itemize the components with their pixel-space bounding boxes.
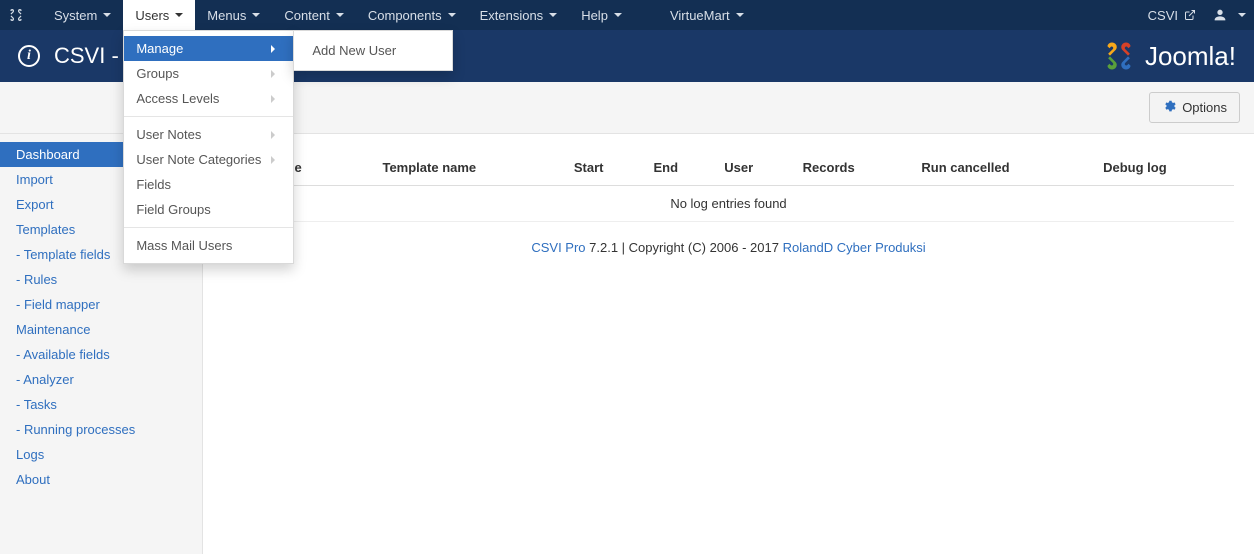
sidebar-item-analyzer[interactable]: - Analyzer: [0, 367, 202, 392]
main-content: Action type Template name Start End User…: [203, 134, 1254, 554]
sidebar-item-available-fields[interactable]: - Available fields: [0, 342, 202, 367]
topnav-item-components[interactable]: Components: [356, 0, 468, 30]
info-icon: i: [18, 45, 40, 67]
sidebar-item-logs[interactable]: Logs: [0, 442, 202, 467]
chevron-down-icon: [175, 13, 183, 17]
chevron-right-icon: [271, 70, 275, 78]
logs-table: Action type Template name Start End User…: [223, 150, 1234, 222]
options-button-label: Options: [1182, 100, 1227, 115]
users-menu-fields[interactable]: Fields: [124, 172, 293, 197]
chevron-down-icon: [736, 13, 744, 17]
chevron-down-icon: [1238, 13, 1246, 17]
col-end[interactable]: End: [646, 150, 717, 186]
col-template-name[interactable]: Template name: [374, 150, 565, 186]
col-debug-log[interactable]: Debug log: [1095, 150, 1234, 186]
users-menu-user-note-categories[interactable]: User Note Categories: [124, 147, 293, 172]
sidebar-item-about[interactable]: About: [0, 467, 202, 492]
external-link-icon: [1184, 9, 1196, 21]
col-records[interactable]: Records: [795, 150, 914, 186]
users-dropdown: Manage Add New User Groups Access Levels…: [123, 30, 294, 264]
topnav-item-menus[interactable]: Menus: [195, 0, 272, 30]
chevron-down-icon: [103, 13, 111, 17]
joomla-logo[interactable]: Joomla!: [1101, 38, 1236, 74]
col-run-cancelled[interactable]: Run cancelled: [913, 150, 1095, 186]
component-footer: CSVI Pro 7.2.1 | Copyright (C) 2006 - 20…: [223, 222, 1234, 273]
admin-topbar: System Users Manage Add New User Groups …: [0, 0, 1254, 30]
sidebar-item-tasks[interactable]: - Tasks: [0, 392, 202, 417]
chevron-down-icon: [252, 13, 260, 17]
chevron-down-icon: [336, 13, 344, 17]
topnav-user-menu[interactable]: [1212, 7, 1246, 23]
menu-divider: [124, 116, 293, 117]
chevron-down-icon: [448, 13, 456, 17]
chevron-right-icon: [271, 45, 275, 53]
chevron-down-icon: [549, 13, 557, 17]
user-icon: [1212, 7, 1228, 23]
sidebar-item-running-processes[interactable]: - Running processes: [0, 417, 202, 442]
joomla-logo-text: Joomla!: [1145, 41, 1236, 72]
sidebar-item-rules[interactable]: - Rules: [0, 267, 202, 292]
users-menu-user-notes[interactable]: User Notes: [124, 122, 293, 147]
footer-vendor-link[interactable]: RolandD Cyber Produksi: [783, 240, 926, 255]
users-menu-field-groups[interactable]: Field Groups: [124, 197, 293, 222]
chevron-down-icon: [614, 13, 622, 17]
empty-row: No log entries found: [223, 186, 1234, 222]
users-menu-manage[interactable]: Manage Add New User: [124, 36, 293, 61]
sidebar-item-maintenance[interactable]: Maintenance: [0, 317, 202, 342]
sidebar-item-field-mapper[interactable]: - Field mapper: [0, 292, 202, 317]
gear-icon: [1162, 99, 1176, 116]
chevron-right-icon: [271, 95, 275, 103]
users-manage-submenu: Add New User: [293, 30, 453, 71]
topnav-item-system[interactable]: System: [42, 0, 123, 30]
chevron-right-icon: [271, 156, 275, 164]
topnav-item-content[interactable]: Content: [272, 0, 356, 30]
topnav-frontend-link[interactable]: CSVI: [1148, 8, 1196, 23]
topnav-item-virtuemart[interactable]: VirtueMart: [658, 0, 756, 30]
users-manage-add-new[interactable]: Add New User: [294, 36, 452, 65]
users-menu-mass-mail[interactable]: Mass Mail Users: [124, 233, 293, 258]
topnav-item-help[interactable]: Help: [569, 0, 634, 30]
options-button[interactable]: Options: [1149, 92, 1240, 123]
users-menu-groups[interactable]: Groups: [124, 61, 293, 86]
users-menu-access-levels[interactable]: Access Levels: [124, 86, 293, 111]
topnav-menu: System Users Manage Add New User Groups …: [42, 0, 756, 30]
menu-divider: [124, 227, 293, 228]
col-user[interactable]: User: [716, 150, 794, 186]
chevron-right-icon: [271, 131, 275, 139]
footer-product-link[interactable]: CSVI Pro: [531, 240, 585, 255]
footer-version-text: 7.2.1 | Copyright (C) 2006 - 2017: [586, 240, 783, 255]
joomla-icon[interactable]: [8, 7, 24, 23]
topnav-item-extensions[interactable]: Extensions: [468, 0, 570, 30]
col-start[interactable]: Start: [566, 150, 646, 186]
topnav-item-users[interactable]: Users Manage Add New User Groups Access …: [123, 0, 195, 30]
